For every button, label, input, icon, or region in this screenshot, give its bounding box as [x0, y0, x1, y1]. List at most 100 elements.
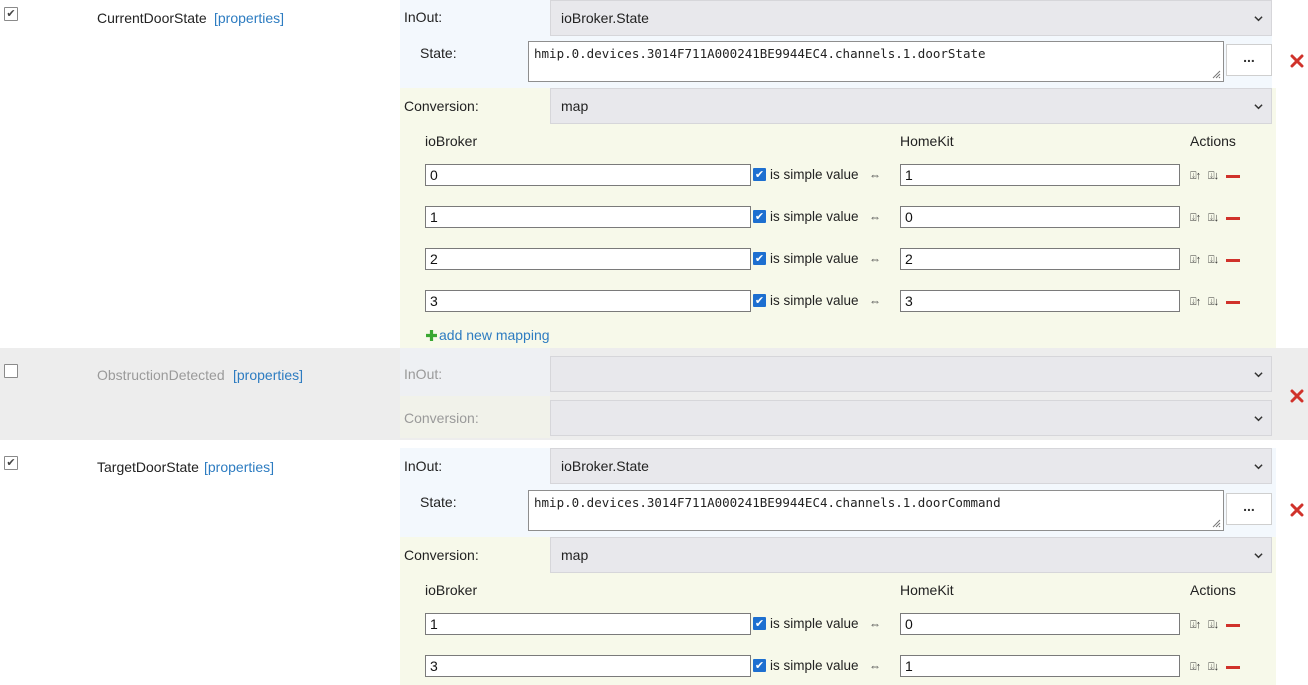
remove-characteristic-icon[interactable]: [1290, 54, 1304, 68]
remove-characteristic-icon[interactable]: [1290, 503, 1304, 517]
chevron-down-icon: [1254, 16, 1263, 22]
remove-mapping-icon[interactable]: [1226, 624, 1240, 627]
homekit-value-input[interactable]: 1: [900, 164, 1180, 186]
enable-checkbox-target-door-state[interactable]: ✔: [4, 456, 18, 470]
inout-label: InOut:: [404, 458, 443, 474]
homekit-value-input[interactable]: 1: [900, 655, 1180, 677]
move-down-icon[interactable]: ⍗↓: [1208, 170, 1219, 183]
swap-arrow-icon: ⇔: [869, 294, 881, 308]
move-up-icon[interactable]: ⍗↑: [1190, 661, 1201, 674]
iobroker-value-input[interactable]: 3: [425, 290, 751, 312]
iobroker-value-input[interactable]: 0: [425, 164, 751, 186]
simple-value-label: is simple value: [770, 167, 859, 182]
column-header-actions: Actions: [1190, 582, 1236, 598]
characteristic-obstruction-detected: ObstructionDetected [properties] InOut: …: [0, 348, 1308, 440]
simple-value-checkbox[interactable]: ✔: [753, 617, 766, 630]
column-header-homekit: HomeKit: [900, 133, 954, 149]
conversion-select[interactable]: [550, 400, 1272, 436]
remove-mapping-icon[interactable]: [1226, 217, 1240, 220]
characteristic-name: ObstructionDetected: [97, 367, 225, 383]
move-down-icon[interactable]: ⍗↓: [1208, 661, 1219, 674]
simple-value-checkbox[interactable]: ✔: [753, 252, 766, 265]
conversion-select[interactable]: map: [550, 537, 1272, 573]
plus-icon[interactable]: [425, 329, 438, 342]
characteristic-name: TargetDoorState: [97, 459, 199, 475]
conversion-label: Conversion:: [404, 410, 479, 426]
iobroker-value-input[interactable]: 2: [425, 248, 751, 270]
conversion-select[interactable]: map: [550, 88, 1272, 124]
resize-grip-icon[interactable]: [1211, 518, 1221, 528]
homekit-value-input[interactable]: 0: [900, 613, 1180, 635]
simple-value-checkbox[interactable]: ✔: [753, 210, 766, 223]
simple-value-label: is simple value: [770, 293, 859, 308]
swap-arrow-icon: ⇔: [869, 210, 881, 224]
conversion-label: Conversion:: [404, 547, 479, 563]
state-value: hmip.0.devices.3014F711A000241BE9944EC4.…: [534, 46, 986, 61]
inout-select-value: ioBroker.State: [561, 10, 649, 26]
column-header-iobroker: ioBroker: [425, 582, 478, 598]
iobroker-value-input[interactable]: 1: [425, 206, 751, 228]
swap-arrow-icon: ⇔: [869, 659, 881, 673]
add-mapping-link[interactable]: add new mapping: [439, 327, 550, 343]
state-label: State:: [420, 45, 457, 61]
swap-arrow-icon: ⇔: [869, 617, 881, 631]
state-label: State:: [420, 494, 457, 510]
inout-select[interactable]: [550, 356, 1272, 392]
characteristic-name: CurrentDoorState: [97, 10, 207, 26]
move-up-icon[interactable]: ⍗↑: [1190, 619, 1201, 632]
remove-mapping-icon[interactable]: [1226, 301, 1240, 304]
iobroker-value-input[interactable]: 3: [425, 655, 751, 677]
conversion-select-value: map: [561, 547, 589, 563]
properties-link[interactable]: [properties]: [204, 459, 274, 475]
state-textarea[interactable]: hmip.0.devices.3014F711A000241BE9944EC4.…: [528, 41, 1224, 82]
inout-select[interactable]: ioBroker.State: [550, 0, 1272, 36]
move-up-icon[interactable]: ⍗↑: [1190, 254, 1201, 267]
swap-arrow-icon: ⇔: [869, 168, 881, 182]
chevron-down-icon: [1254, 416, 1263, 422]
properties-link[interactable]: [properties]: [233, 367, 303, 383]
inout-label: InOut:: [404, 9, 443, 25]
properties-link[interactable]: [properties]: [214, 10, 284, 26]
simple-value-label: is simple value: [770, 658, 859, 673]
remove-mapping-icon[interactable]: [1226, 259, 1240, 262]
conversion-label: Conversion:: [404, 98, 479, 114]
homekit-value-input[interactable]: 3: [900, 290, 1180, 312]
browse-state-button[interactable]: ...: [1226, 493, 1272, 525]
move-up-icon[interactable]: ⍗↑: [1190, 296, 1201, 309]
column-header-actions: Actions: [1190, 133, 1236, 149]
enable-checkbox-current-door-state[interactable]: ✔: [4, 7, 18, 21]
remove-characteristic-icon[interactable]: [1290, 389, 1304, 403]
move-down-icon[interactable]: ⍗↓: [1208, 296, 1219, 309]
resize-grip-icon[interactable]: [1211, 69, 1221, 79]
simple-value-label: is simple value: [770, 616, 859, 631]
move-down-icon[interactable]: ⍗↓: [1208, 212, 1219, 225]
simple-value-label: is simple value: [770, 209, 859, 224]
chevron-down-icon: [1254, 372, 1263, 378]
conversion-select-value: map: [561, 98, 589, 114]
state-textarea[interactable]: hmip.0.devices.3014F711A000241BE9944EC4.…: [528, 490, 1224, 531]
simple-value-checkbox[interactable]: ✔: [753, 659, 766, 672]
move-down-icon[interactable]: ⍗↓: [1208, 254, 1219, 267]
simple-value-checkbox[interactable]: ✔: [753, 294, 766, 307]
browse-state-button[interactable]: ...: [1226, 44, 1272, 76]
inout-label: InOut:: [404, 366, 443, 382]
move-up-icon[interactable]: ⍗↑: [1190, 170, 1201, 183]
inout-select[interactable]: ioBroker.State: [550, 448, 1272, 484]
chevron-down-icon: [1254, 553, 1263, 559]
chevron-down-icon: [1254, 104, 1263, 110]
column-header-iobroker: ioBroker: [425, 133, 478, 149]
remove-mapping-icon[interactable]: [1226, 175, 1240, 178]
swap-arrow-icon: ⇔: [869, 252, 881, 266]
chevron-down-icon: [1254, 464, 1263, 470]
remove-mapping-icon[interactable]: [1226, 666, 1240, 669]
simple-value-checkbox[interactable]: ✔: [753, 168, 766, 181]
column-header-homekit: HomeKit: [900, 582, 954, 598]
homekit-value-input[interactable]: 2: [900, 248, 1180, 270]
enable-checkbox-obstruction-detected[interactable]: [4, 364, 18, 378]
move-down-icon[interactable]: ⍗↓: [1208, 619, 1219, 632]
homekit-value-input[interactable]: 0: [900, 206, 1180, 228]
state-value: hmip.0.devices.3014F711A000241BE9944EC4.…: [534, 495, 1001, 510]
move-up-icon[interactable]: ⍗↑: [1190, 212, 1201, 225]
iobroker-value-input[interactable]: 1: [425, 613, 751, 635]
inout-select-value: ioBroker.State: [561, 458, 649, 474]
